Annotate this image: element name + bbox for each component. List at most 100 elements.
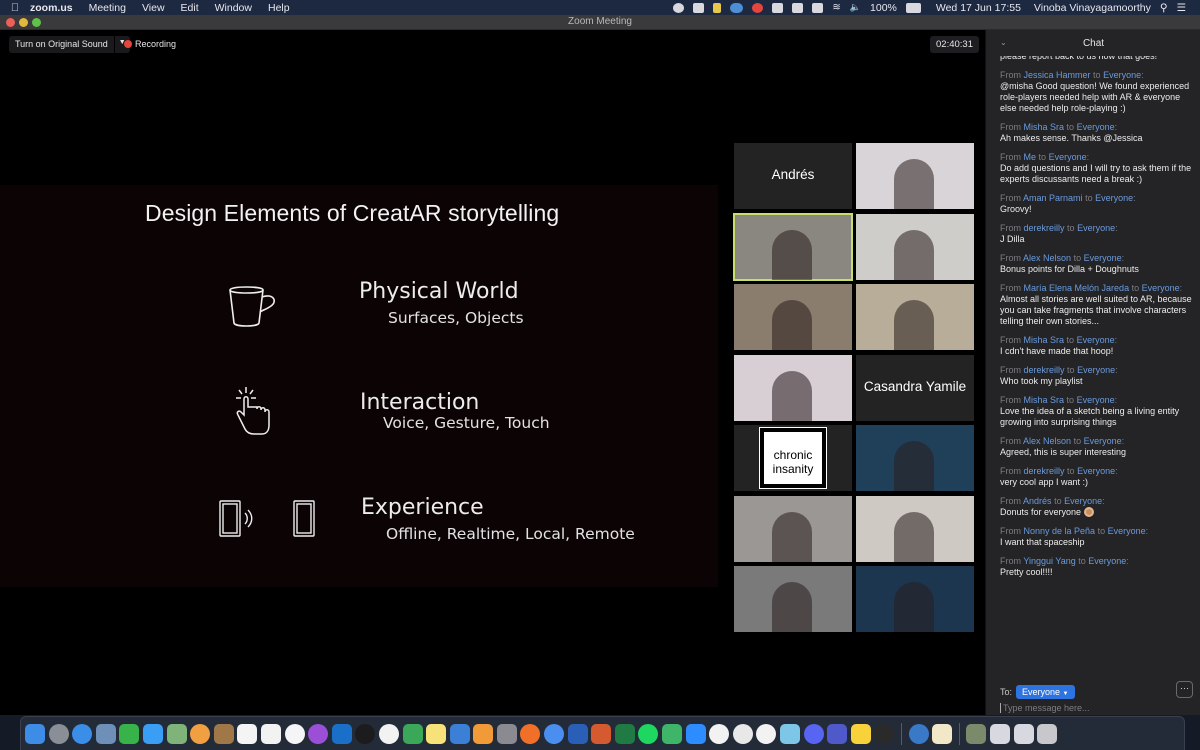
slack-icon[interactable] xyxy=(709,723,730,744)
participant-video-tile[interactable] xyxy=(856,425,974,491)
textedit-icon[interactable] xyxy=(932,723,953,744)
wifi-icon[interactable]: ≋ xyxy=(832,2,840,13)
sender-name[interactable]: María Elena Melón Jareda xyxy=(1024,283,1130,293)
sender-name[interactable]: Jessica Hammer xyxy=(1024,70,1091,80)
numbers-icon[interactable] xyxy=(402,723,423,744)
record-tray-icon[interactable] xyxy=(752,2,764,13)
system-preferences-icon[interactable] xyxy=(496,723,517,744)
sender-name[interactable]: Andrés xyxy=(1023,496,1052,506)
user-name[interactable]: Vinoba Vinayagamoorthy xyxy=(1034,2,1151,14)
participant-name-tile[interactable]: Andrés xyxy=(734,143,852,209)
participant-video-tile[interactable] xyxy=(856,143,974,209)
document-2-icon[interactable] xyxy=(1013,723,1034,744)
preview-icon[interactable] xyxy=(95,723,116,744)
zoom-icon[interactable] xyxy=(685,723,706,744)
photos-icon[interactable] xyxy=(190,723,211,744)
participant-video-tile[interactable] xyxy=(734,495,852,562)
finder-icon[interactable] xyxy=(25,723,45,744)
sender-name[interactable]: Misha Sra xyxy=(1024,395,1065,405)
creative-cloud-icon[interactable] xyxy=(732,723,753,744)
sender-name[interactable]: Misha Sra xyxy=(1024,122,1065,132)
participant-video-tile[interactable] xyxy=(734,284,852,350)
sender-name[interactable]: Aman Parnami xyxy=(1023,193,1083,203)
messages-icon[interactable] xyxy=(142,723,163,744)
sender-name[interactable]: Misha Sra xyxy=(1024,335,1065,345)
zoom-tray-icon[interactable] xyxy=(693,2,705,13)
chat-message-list[interactable]: please report back to us how that goes! … xyxy=(1000,56,1196,676)
maps-icon[interactable] xyxy=(166,723,187,744)
news-icon[interactable] xyxy=(378,723,399,744)
reminders-icon[interactable] xyxy=(260,723,281,744)
menu-bar-clock[interactable]: Wed 17 Jun 17:55 xyxy=(936,2,1021,14)
sender-name[interactable]: derekreilly xyxy=(1024,365,1065,375)
music-icon[interactable] xyxy=(284,723,305,744)
participant-video-tile[interactable] xyxy=(856,284,974,350)
screen-time-icon[interactable] xyxy=(673,2,685,13)
sender-name[interactable]: derekreilly xyxy=(1024,466,1065,476)
gitkraken-icon[interactable] xyxy=(662,723,683,744)
facetime-icon[interactable] xyxy=(119,723,140,744)
menu-help[interactable]: Help xyxy=(268,2,290,14)
unknown-app-icon[interactable] xyxy=(874,723,895,744)
teams-icon[interactable] xyxy=(827,723,848,744)
apple-menu-icon[interactable]:  xyxy=(0,2,30,14)
safari-icon[interactable] xyxy=(72,723,93,744)
participant-logo-tile[interactable]: chronic insanity xyxy=(734,425,852,491)
bookmark-tray-icon[interactable] xyxy=(713,2,722,13)
downloads-icon[interactable] xyxy=(966,723,987,744)
app-menu-zoom[interactable]: zoom.us xyxy=(30,2,73,14)
participant-video-tile[interactable] xyxy=(734,566,852,632)
sender-name[interactable]: derekreilly xyxy=(1024,223,1065,233)
powerpoint-icon[interactable] xyxy=(591,723,612,744)
menu-edit[interactable]: Edit xyxy=(181,2,199,14)
participant-video-tile[interactable] xyxy=(733,212,853,281)
spotify-icon[interactable] xyxy=(638,723,659,744)
spotlight-search-icon[interactable]: ⚲ xyxy=(1160,2,1168,14)
calendar-icon[interactable] xyxy=(237,723,258,744)
miro-app-icon[interactable] xyxy=(756,723,777,744)
menu-meeting[interactable]: Meeting xyxy=(89,2,126,14)
document-1-icon[interactable] xyxy=(989,723,1010,744)
chrome-icon[interactable] xyxy=(544,723,565,744)
recipient-dropdown[interactable]: Everyone ▼ xyxy=(1016,685,1075,699)
excel-icon[interactable] xyxy=(614,723,635,744)
participant-name-tile[interactable]: Casandra Yamile xyxy=(856,354,974,421)
keyboard-icon[interactable] xyxy=(812,2,824,13)
discord-icon[interactable] xyxy=(803,723,824,744)
recording-indicator[interactable]: Recording xyxy=(124,39,176,49)
firefox-icon[interactable] xyxy=(520,723,541,744)
cloud-tray-icon[interactable] xyxy=(730,2,744,13)
more-options-button[interactable]: ··· xyxy=(1176,681,1193,698)
binoculars-tray-icon[interactable] xyxy=(772,2,784,13)
apple-tv-icon[interactable] xyxy=(355,723,376,744)
notability-icon[interactable] xyxy=(780,723,800,744)
participant-video-tile[interactable] xyxy=(856,495,974,562)
sender-name[interactable]: Alex Nelson xyxy=(1023,436,1071,446)
participant-video-tile[interactable] xyxy=(856,566,974,632)
sender-name[interactable]: Alex Nelson xyxy=(1023,253,1071,263)
battery-icon[interactable] xyxy=(905,2,921,13)
sender-name[interactable]: Nonny de la Peña xyxy=(1024,526,1096,536)
outlook-icon[interactable] xyxy=(331,723,352,744)
original-sound-button[interactable]: Turn on Original Sound xyxy=(9,36,114,53)
launchpad-icon[interactable] xyxy=(48,723,69,744)
keynote-icon[interactable] xyxy=(449,723,470,744)
airplay-icon[interactable] xyxy=(792,2,804,13)
volume-icon[interactable]: 🔈 xyxy=(850,2,861,13)
menu-window[interactable]: Window xyxy=(215,2,252,14)
podcasts-icon[interactable] xyxy=(308,723,329,744)
quicktime-icon[interactable] xyxy=(908,723,929,744)
contacts-icon[interactable] xyxy=(213,723,234,744)
sender-name[interactable]: Me xyxy=(1024,152,1037,162)
participant-video-tile[interactable] xyxy=(856,213,974,280)
sender-name[interactable]: Yinggui Yang xyxy=(1023,556,1075,566)
chat-message-input[interactable] xyxy=(1000,703,1180,713)
notes-icon[interactable] xyxy=(426,723,447,744)
word-icon[interactable] xyxy=(567,723,588,744)
trash-icon[interactable] xyxy=(1037,723,1058,744)
menu-view[interactable]: View xyxy=(142,2,165,14)
participant-video-tile[interactable] xyxy=(734,354,852,421)
miro-icon[interactable] xyxy=(850,723,871,744)
notification-center-icon[interactable]: ☰ xyxy=(1177,2,1186,14)
pages-icon[interactable] xyxy=(473,723,494,744)
